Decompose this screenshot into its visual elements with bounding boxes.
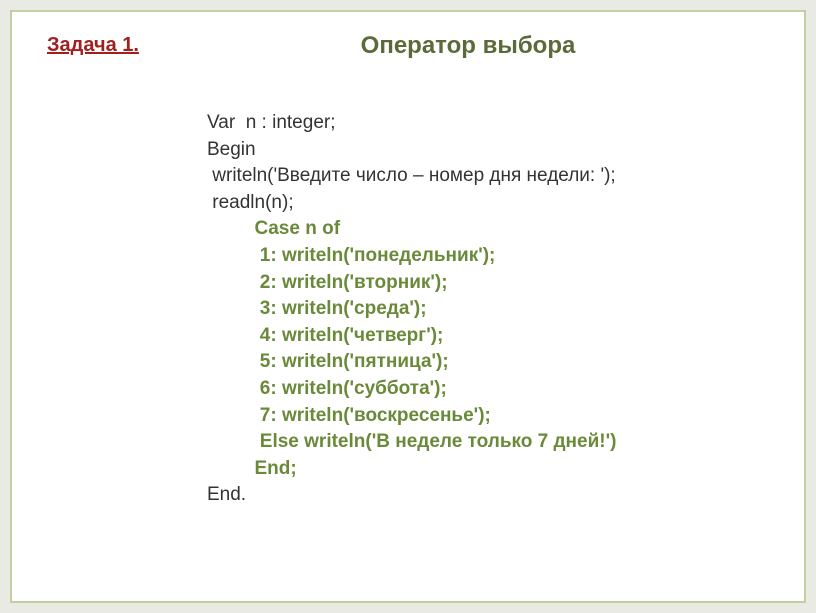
code-line: 1: writeln('понедельник'); (207, 243, 769, 270)
code-line: Var n : integer; (207, 110, 769, 137)
code-line: Begin (207, 137, 769, 164)
code-line: End. (207, 482, 769, 509)
code-line: writeln('Введите число – номер дня недел… (207, 163, 769, 190)
code-block: Var n : integer; Begin writeln('Введите … (207, 110, 769, 509)
code-line: 4: writeln('четверг'); (207, 323, 769, 350)
code-line: 7: writeln('воскресенье'); (207, 403, 769, 430)
code-line: Else writeln('В неделе только 7 дней!') (207, 429, 769, 456)
code-line: 6: writeln('суббота'); (207, 376, 769, 403)
code-line: readln(n); (207, 190, 769, 217)
slide-container: Задача 1. Оператор выбора Var n : intege… (10, 10, 806, 603)
code-line: 5: writeln('пятница'); (207, 349, 769, 376)
code-line: Case n of (207, 216, 769, 243)
task-label: Задача 1. (47, 34, 139, 57)
code-line: End; (207, 456, 769, 483)
code-line: 2: writeln('вторник'); (207, 270, 769, 297)
slide-title: Оператор выбора (167, 32, 769, 60)
code-line: 3: writeln('среда'); (207, 296, 769, 323)
